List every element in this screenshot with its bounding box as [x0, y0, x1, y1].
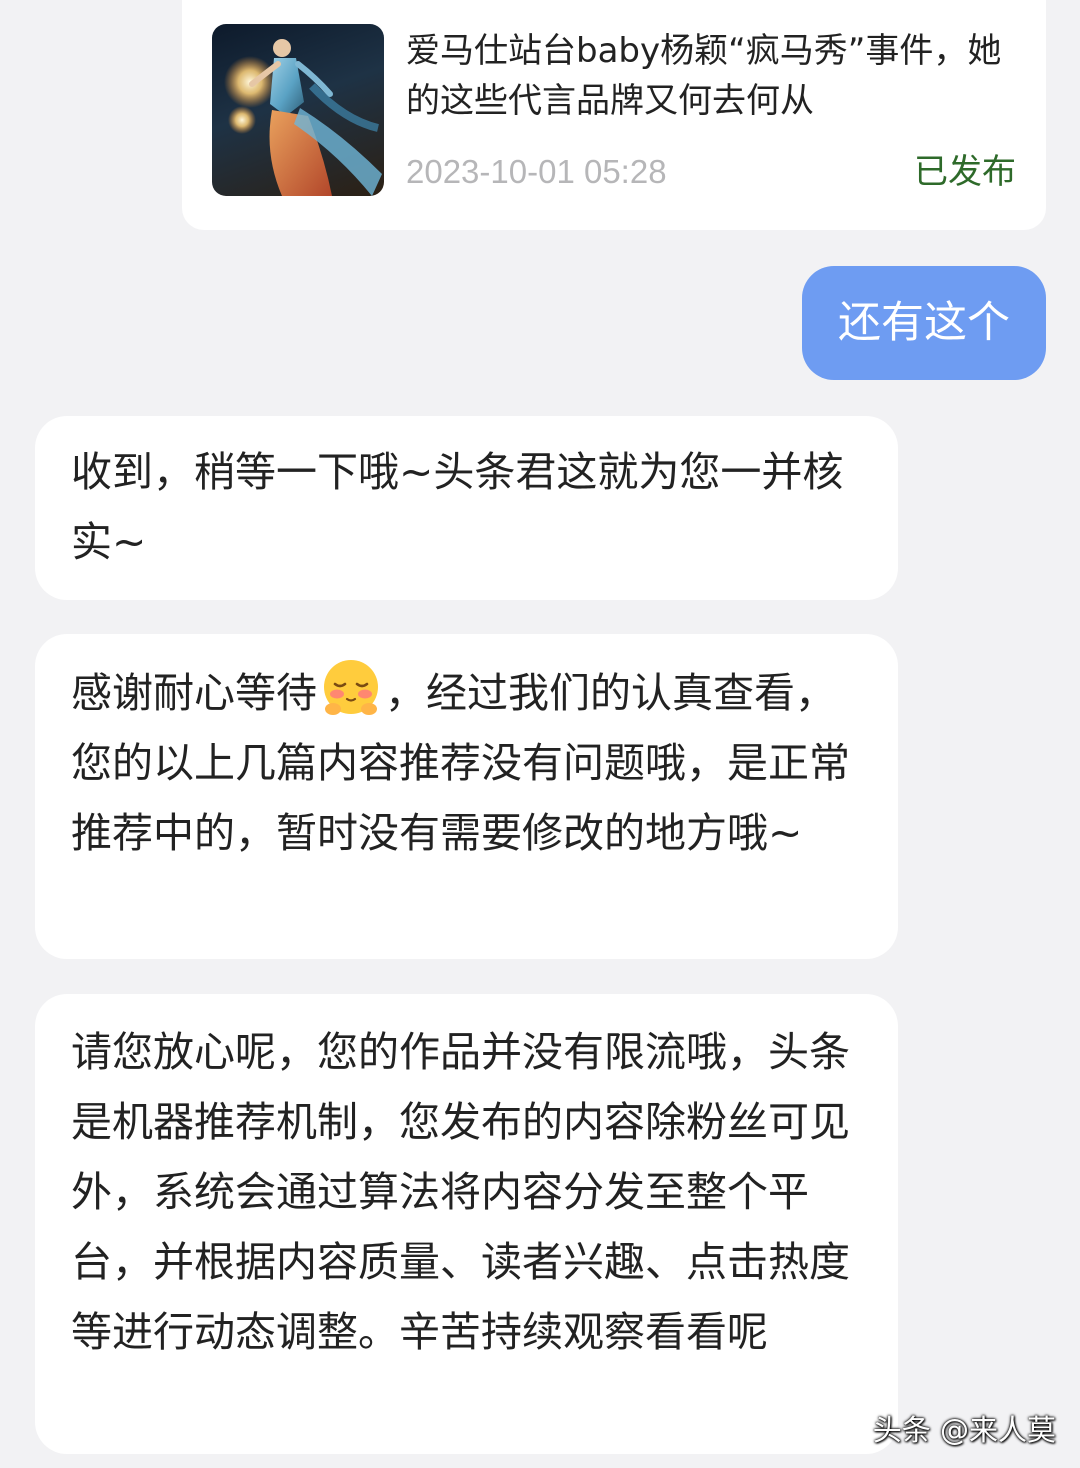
article-thumbnail[interactable]	[212, 24, 384, 196]
article-status-badge: 已发布	[914, 152, 1016, 192]
assistant-message-text: 感谢耐心等待 ，经过我们的认真查看，您的以上几篇内容推荐没有问题哦，是正常推荐中…	[71, 634, 864, 868]
assistant-message-bubble: 收到，稍等一下哦~头条君这就为您一并核实~	[35, 416, 898, 600]
user-message-bubble: 还有这个	[802, 266, 1046, 380]
assistant-message-bubble: 感谢耐心等待 ，经过我们的认真查看，您的以上几篇内容推荐没有问题哦，是正常推荐中…	[35, 634, 898, 959]
assistant-message-text: 收到，稍等一下哦~头条君这就为您一并核实~	[71, 448, 844, 566]
blushing-face-icon	[324, 660, 378, 715]
assistant-message-text: 请您放心呢，您的作品并没有限流哦，头条是机器推荐机制，您发布的内容除粉丝可见外，…	[71, 1028, 850, 1356]
watermark: 头条 @来人莫	[872, 1413, 1056, 1447]
article-date: 2023-10-01 05:28	[406, 153, 667, 190]
article-title[interactable]: 爱马仕站台baby杨颖“疯马秀”事件，她的这些代言品牌又何去何从	[406, 26, 1016, 126]
assistant-message-bubble: 请您放心呢，您的作品并没有限流哦，头条是机器推荐机制，您发布的内容除粉丝可见外，…	[35, 994, 898, 1454]
message-text-segment: 感谢耐心等待	[71, 669, 317, 717]
